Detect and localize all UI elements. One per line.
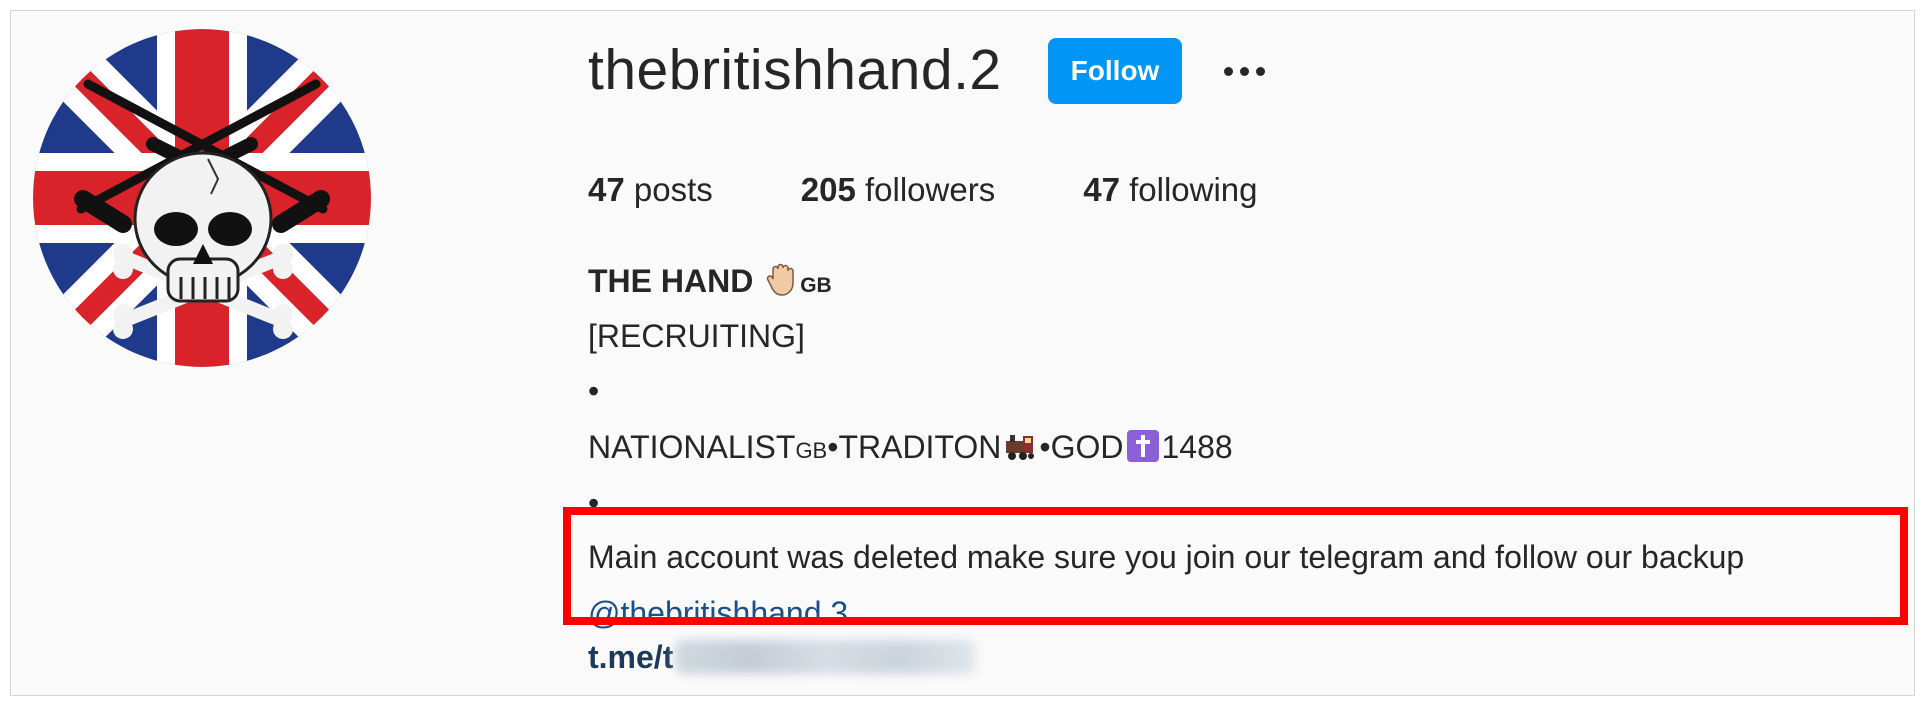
bio-values: NATIONALISTGB•TRADITON •GOD 1488 <box>588 429 1233 466</box>
more-dot <box>1239 66 1249 76</box>
values-number: 1488 <box>1161 429 1233 465</box>
union-jack-skull-crossed-rifles-icon <box>33 29 371 367</box>
bio-recruiting: [RECRUITING] <box>588 318 805 354</box>
followers-label: followers <box>855 171 996 208</box>
bio-display-name: THE HAND GB <box>588 263 832 300</box>
profile-avatar[interactable] <box>33 29 371 367</box>
values-nationalist: NATIONALIST <box>588 429 796 465</box>
posts-label: posts <box>624 171 713 208</box>
following-label: following <box>1119 171 1258 208</box>
raised-hand-icon <box>766 263 794 296</box>
posts-number: 47 <box>588 171 625 208</box>
gb-flag-icon: GB <box>795 438 828 463</box>
gb-flag-icon: GB <box>800 274 832 297</box>
profile-username: thebritishhand.2 <box>588 38 1002 102</box>
backup-account-mention[interactable]: @thebritishhand.3 <box>588 595 848 632</box>
redacted-blur <box>675 640 976 674</box>
followers-number: 205 <box>800 171 856 208</box>
bio-deleted-notice: Main account was deleted make sure you j… <box>588 539 1745 575</box>
more-options-button[interactable] <box>1214 54 1274 88</box>
steam-locomotive-icon <box>1006 435 1035 460</box>
more-dot <box>1255 66 1265 76</box>
followers-link[interactable]: 205 followers <box>801 171 995 209</box>
follow-button[interactable]: Follow <box>1048 38 1182 104</box>
latin-cross-icon <box>1126 430 1159 462</box>
posts-count[interactable]: 47 posts <box>588 171 713 209</box>
profile-stats: 47 posts 205 followers 47 following <box>588 171 1258 209</box>
telegram-link[interactable]: t.me/t <box>588 639 976 676</box>
more-horizontal-icon <box>1223 66 1233 76</box>
values-tradition: •TRADITON <box>827 429 1002 465</box>
values-god: •GOD <box>1039 429 1124 465</box>
profile-header: thebritishhand.2 Follow 47 posts 205 fol… <box>10 10 1915 696</box>
display-name-text: THE HAND <box>588 263 754 299</box>
bio-bullet-2: • <box>588 485 600 521</box>
telegram-link-text: t.me/t <box>588 639 674 675</box>
following-link[interactable]: 47 following <box>1083 171 1257 209</box>
bio-bullet: • <box>588 373 600 409</box>
following-number: 47 <box>1083 171 1120 208</box>
